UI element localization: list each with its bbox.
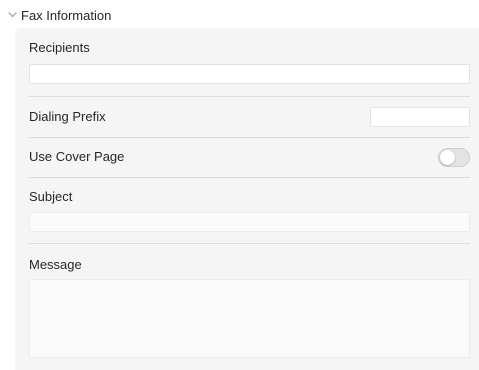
recipients-label: Recipients [29,40,90,55]
subject-input[interactable] [29,212,470,232]
divider [29,177,470,178]
message-textarea[interactable] [29,279,470,358]
divider [29,243,470,244]
divider [29,137,470,138]
use-cover-page-label: Use Cover Page [29,149,125,164]
toggle-knob [440,150,455,165]
section-title: Fax Information [21,7,112,23]
fax-information-pane: Fax Information Recipients Dialing Prefi… [0,0,479,370]
subject-label: Subject [29,189,73,204]
message-label: Message [29,257,82,272]
chevron-down-icon[interactable] [7,10,17,20]
recipients-input[interactable] [29,64,470,84]
divider [29,96,470,97]
fax-information-disclosure[interactable]: Fax Information [7,6,111,24]
dialing-prefix-input[interactable] [370,107,470,127]
use-cover-page-toggle[interactable] [438,148,470,167]
dialing-prefix-label: Dialing Prefix [29,109,106,124]
